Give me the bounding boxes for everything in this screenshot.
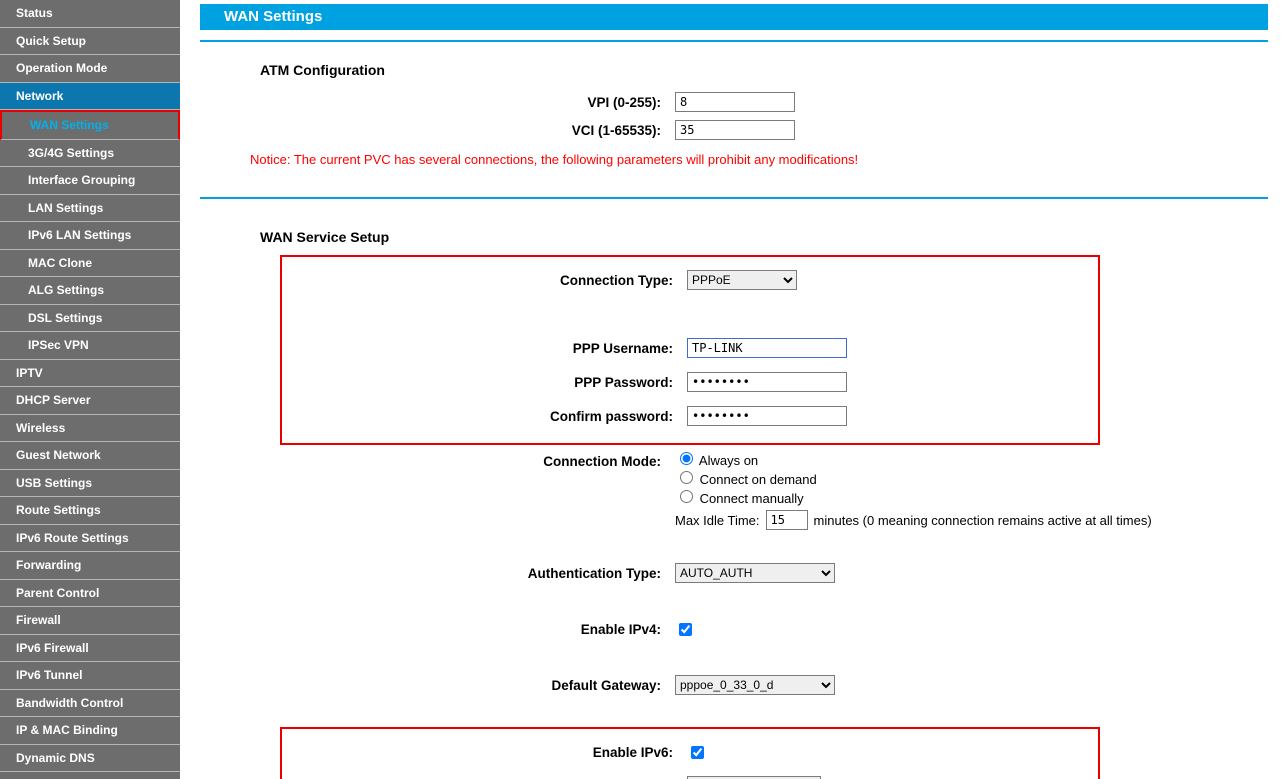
sidebar-item-interface-grouping[interactable]: Interface Grouping xyxy=(0,167,180,195)
mode-always-wrap[interactable]: Always on xyxy=(675,453,758,468)
idle-suffix: minutes (0 meaning connection remains ac… xyxy=(814,513,1152,528)
ipv4-label: Enable IPv4: xyxy=(280,615,671,643)
ipv6-checkbox[interactable] xyxy=(691,746,704,759)
sidebar-item-ipsec-vpn[interactable]: IPSec VPN xyxy=(0,332,180,360)
conn-mode-label: Connection Mode: xyxy=(280,448,671,531)
mode-manual-label: Connect manually xyxy=(700,491,804,506)
sidebar-item-bandwidth-control[interactable]: Bandwidth Control xyxy=(0,690,180,718)
ppp-user-label: PPP Username: xyxy=(292,331,683,365)
atm-section-title: ATM Configuration xyxy=(260,62,1268,78)
sidebar-item-ipv6-route-settings[interactable]: IPv6 Route Settings xyxy=(0,525,180,553)
sidebar-item-firewall[interactable]: Firewall xyxy=(0,607,180,635)
sidebar-item-operation-mode[interactable]: Operation Mode xyxy=(0,55,180,83)
auth-select[interactable]: AUTO_AUTH xyxy=(675,563,835,583)
idle-input[interactable] xyxy=(766,510,808,530)
sidebar-item-dynamic-dns[interactable]: Dynamic DNS xyxy=(0,745,180,773)
mode-manual-wrap[interactable]: Connect manually xyxy=(675,491,804,506)
sidebar-item-lan-settings[interactable]: LAN Settings xyxy=(0,195,180,223)
sidebar: StatusQuick SetupOperation ModeNetworkWA… xyxy=(0,0,180,779)
ppp-pass-label: PPP Password: xyxy=(292,365,683,399)
vci-input[interactable] xyxy=(675,120,795,140)
vci-label: VCI (1-65535): xyxy=(280,116,671,144)
ppp-conf-input[interactable] xyxy=(687,406,847,426)
sidebar-item-forwarding[interactable]: Forwarding xyxy=(0,552,180,580)
vpi-label: VPI (0-255): xyxy=(280,88,671,116)
mode-demand-label: Connect on demand xyxy=(700,472,817,487)
sidebar-item-alg-settings[interactable]: ALG Settings xyxy=(0,277,180,305)
mode-demand-wrap[interactable]: Connect on demand xyxy=(675,472,817,487)
sidebar-item-status[interactable]: Status xyxy=(0,0,180,28)
mode-demand-radio[interactable] xyxy=(680,471,693,484)
mode-always-radio[interactable] xyxy=(680,452,693,465)
conn-type-select[interactable]: PPPoE xyxy=(687,270,797,290)
divider xyxy=(200,197,1268,199)
sidebar-item-ipv6-lan-settings[interactable]: IPv6 LAN Settings xyxy=(0,222,180,250)
sidebar-item-ip-mac-binding[interactable]: IP & MAC Binding xyxy=(0,717,180,745)
ppp-user-input[interactable] xyxy=(687,338,847,358)
sidebar-item-route-settings[interactable]: Route Settings xyxy=(0,497,180,525)
sidebar-item-diagnostic[interactable]: Diagnostic xyxy=(0,772,180,779)
sidebar-item-wan-settings[interactable]: WAN Settings xyxy=(0,110,180,140)
sidebar-item-guest-network[interactable]: Guest Network xyxy=(0,442,180,470)
sidebar-item-network[interactable]: Network xyxy=(0,83,180,111)
sidebar-item-quick-setup[interactable]: Quick Setup xyxy=(0,28,180,56)
sidebar-item-iptv[interactable]: IPTV xyxy=(0,360,180,388)
ipv6-label: Enable IPv6: xyxy=(292,735,683,769)
mode-always-label: Always on xyxy=(699,453,758,468)
ipv6-box: Enable IPv6: Addressing Type: DHCPv6 xyxy=(280,727,1100,779)
page-title: WAN Settings xyxy=(200,4,1268,30)
defgw-select[interactable]: pppoe_0_33_0_d xyxy=(675,675,835,695)
vpi-input[interactable] xyxy=(675,92,795,112)
addr-label: Addressing Type: xyxy=(292,769,683,779)
divider xyxy=(200,40,1268,42)
sidebar-item-usb-settings[interactable]: USB Settings xyxy=(0,470,180,498)
pvc-notice: Notice: The current PVC has several conn… xyxy=(250,152,1268,167)
mode-manual-radio[interactable] xyxy=(680,490,693,503)
defgw-label: Default Gateway: xyxy=(280,671,671,699)
content-area: WAN Settings ATM Configuration VPI (0-25… xyxy=(180,0,1284,779)
sidebar-item-ipv6-firewall[interactable]: IPv6 Firewall xyxy=(0,635,180,663)
sidebar-item-3g-4g-settings[interactable]: 3G/4G Settings xyxy=(0,140,180,168)
wan-section-title: WAN Service Setup xyxy=(260,229,1268,245)
ppp-conf-label: Confirm password: xyxy=(292,399,683,433)
ppp-credentials-box: Connection Type: PPPoE PPP Username: PPP… xyxy=(280,255,1100,445)
ppp-pass-input[interactable] xyxy=(687,372,847,392)
sidebar-item-dhcp-server[interactable]: DHCP Server xyxy=(0,387,180,415)
sidebar-item-wireless[interactable]: Wireless xyxy=(0,415,180,443)
sidebar-item-ipv6-tunnel[interactable]: IPv6 Tunnel xyxy=(0,662,180,690)
sidebar-item-parent-control[interactable]: Parent Control xyxy=(0,580,180,608)
auth-label: Authentication Type: xyxy=(280,559,671,587)
idle-prefix: Max Idle Time: xyxy=(675,513,760,528)
sidebar-item-mac-clone[interactable]: MAC Clone xyxy=(0,250,180,278)
ipv4-checkbox[interactable] xyxy=(679,623,692,636)
conn-type-label: Connection Type: xyxy=(292,263,683,297)
atm-form: VPI (0-255): VCI (1-65535): xyxy=(280,88,1076,144)
wan-form: Connection Type: PPPoE PPP Username: PPP… xyxy=(280,255,1153,779)
sidebar-item-dsl-settings[interactable]: DSL Settings xyxy=(0,305,180,333)
